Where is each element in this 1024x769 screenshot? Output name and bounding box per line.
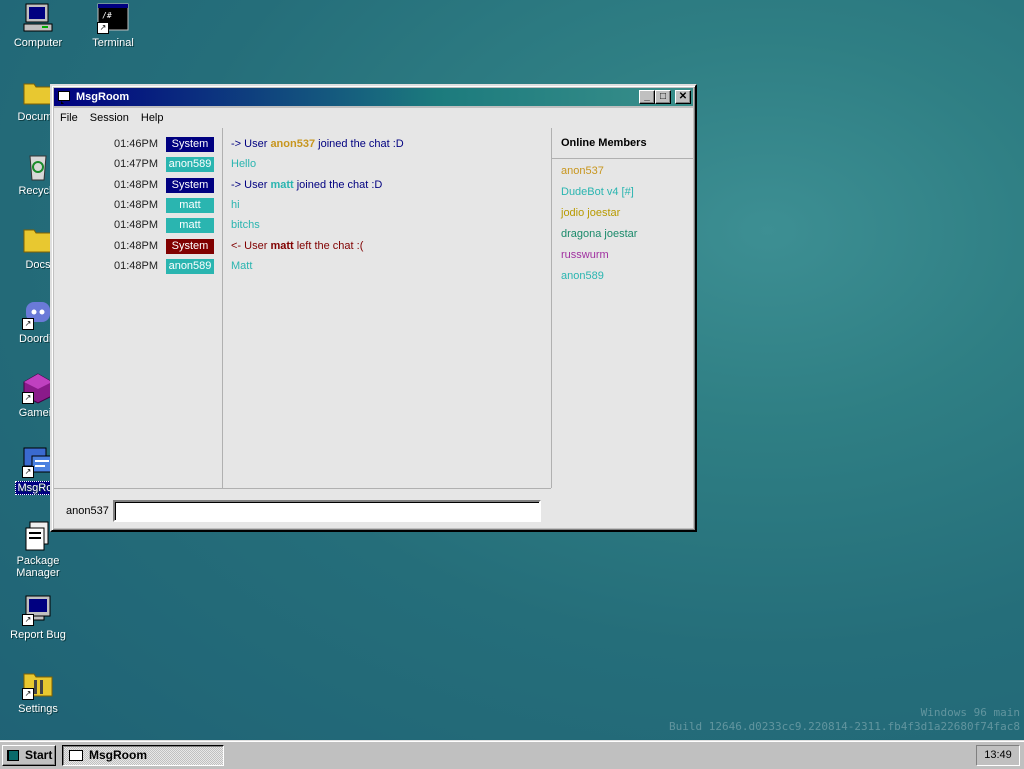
message-input[interactable] <box>113 500 541 522</box>
desktop-icon-label: Computer <box>13 37 63 49</box>
message-timestamp: 01:48PM <box>113 178 158 191</box>
svg-text:/#: /# <box>102 11 112 20</box>
message-timestamp: 01:47PM <box>113 158 158 171</box>
message-text: Matt <box>231 260 252 272</box>
message-timestamp: 01:48PM <box>113 198 158 211</box>
user-badge[interactable]: matt <box>166 197 214 213</box>
shortcut-arrow-icon: ↗ <box>97 22 109 34</box>
window-title: MsgRoom <box>76 91 130 103</box>
message-text: hi <box>231 199 240 211</box>
message-meta-row: 01:47PM anon589 <box>54 157 214 173</box>
message-timestamp: 01:48PM <box>113 259 158 272</box>
member-item[interactable]: dragona joestar <box>561 228 637 240</box>
members-title: Online Members <box>552 128 693 159</box>
member-item[interactable]: jodio joestar <box>561 207 620 219</box>
message-meta-row: 01:48PM System <box>54 177 214 194</box>
desktop-icon-terminal[interactable]: /# ↗ Terminal <box>75 2 151 49</box>
shortcut-arrow-icon: ↗ <box>22 392 34 404</box>
watermark-line-2: Build 12646.d0233cc9.220814-2311.fb4f3d1… <box>669 720 1020 733</box>
desktop-icon-label: Report Bug <box>10 629 66 641</box>
input-bar: anon537 <box>54 488 551 528</box>
menu-file[interactable]: File <box>54 108 84 128</box>
shortcut-arrow-icon: ↗ <box>22 614 34 626</box>
message-timestamp: 01:48PM <box>113 239 158 252</box>
shortcut-arrow-icon: ↗ <box>22 688 34 700</box>
user-badge[interactable]: System <box>166 238 214 254</box>
message-text: bitchs <box>231 219 260 231</box>
message-text: Hello <box>231 158 256 170</box>
user-badge[interactable]: System <box>166 177 214 193</box>
message-timestamp: 01:48PM <box>113 219 158 232</box>
message-meta-row: 01:48PM anon589 <box>54 258 214 275</box>
member-item[interactable]: anon589 <box>561 270 604 282</box>
message-meta-row: 01:46PM System <box>54 137 214 153</box>
terminal-icon: /# ↗ <box>97 2 129 34</box>
report-bug-icon: ↗ <box>22 594 54 626</box>
close-button[interactable]: ✕ <box>675 90 691 104</box>
message-meta-column: 01:46PM System 01:47PM anon589 01:48PM System… <box>54 128 223 488</box>
shortcut-arrow-icon: ↗ <box>22 466 34 478</box>
desktop-icon-label: Settings <box>18 703 58 715</box>
message-timestamp: 01:46PM <box>113 138 158 150</box>
message-text: -> User anon537 joined the chat :D <box>231 138 404 150</box>
minimize-button[interactable]: _ <box>639 90 655 104</box>
message-body: hi <box>231 198 240 211</box>
user-badge[interactable]: anon589 <box>166 157 214 173</box>
message-meta-row: 01:48PM matt <box>54 197 214 214</box>
watermark-line-1: Windows 96 main <box>920 706 1020 719</box>
chat-bubble-icon <box>58 91 70 104</box>
message-text: <- User matt left the chat :( <box>231 240 363 252</box>
computer-icon <box>22 2 54 34</box>
desktop-icon-label: Package Manager <box>16 555 60 579</box>
windows-logo-icon <box>7 750 19 761</box>
taskbar-button-msgroom[interactable]: MsgRoom <box>62 745 224 766</box>
message-body: <- User <box>231 239 271 252</box>
user-badge[interactable]: System <box>166 137 214 152</box>
shortcut-arrow-icon: ↗ <box>22 318 34 330</box>
desktop-icon-report-bug[interactable]: ↗ Report Bug <box>0 594 76 641</box>
user-badge[interactable]: anon589 <box>166 258 214 274</box>
desktop-icon-label: Terminal <box>92 37 134 49</box>
message-list[interactable]: -> User anon537 joined the chat :D Hello -… <box>223 128 552 488</box>
os-build-watermark: Windows 96 main Build 12646.d0233cc9.220… <box>669 706 1020 734</box>
mentioned-username: anon537 <box>270 138 316 150</box>
message-body: -> User <box>231 178 271 191</box>
mentioned-username: matt <box>270 178 294 191</box>
message-body: Hello <box>231 158 257 171</box>
title-bar[interactable]: MsgRoom _ □ ✕ <box>54 88 693 106</box>
menu-help[interactable]: Help <box>135 108 170 128</box>
desktop-icon-settings[interactable]: ↗ Settings <box>0 668 76 715</box>
chat-bubble-icon <box>69 750 83 761</box>
msgroom-window[interactable]: MsgRoom _ □ ✕ File Session Help 01:46PM Sys… <box>50 84 697 532</box>
message-meta-row: 01:48PM System <box>54 238 214 255</box>
message-meta-row: 01:48PM matt <box>54 218 214 234</box>
chat-client: 01:46PM System 01:47PM anon589 01:48PM System… <box>54 128 693 528</box>
maximize-button[interactable]: □ <box>655 90 671 104</box>
system-clock[interactable]: 13:49 <box>976 745 1020 766</box>
message-body: bitchs <box>231 219 260 232</box>
message-body: -> User <box>231 138 271 150</box>
message-suffix: joined the chat :D <box>315 138 404 150</box>
start-button[interactable]: Start <box>2 745 56 766</box>
members-panel: Online Members anon537 DudeBot v4 [#] jodi… <box>552 128 693 528</box>
member-item[interactable]: anon537 <box>561 165 604 177</box>
nickname-label: anon537 <box>66 505 109 517</box>
mentioned-username: matt <box>270 239 294 252</box>
user-badge[interactable]: matt <box>166 218 214 234</box>
member-item[interactable]: russwurm <box>561 249 609 261</box>
settings-icon: ↗ <box>22 668 54 700</box>
taskbar-button-label: MsgRoom <box>89 748 147 762</box>
message-body: Matt <box>231 259 253 272</box>
message-suffix: joined the chat :D <box>293 178 383 191</box>
start-label: Start <box>25 748 53 762</box>
member-item[interactable]: DudeBot v4 [#] <box>561 186 634 198</box>
taskbar: Start MsgRoom 13:49 <box>0 740 1024 769</box>
menu-bar: File Session Help <box>54 108 693 128</box>
desktop-icon-computer[interactable]: Computer <box>0 2 76 49</box>
menu-session[interactable]: Session <box>84 108 135 128</box>
message-text: -> User matt joined the chat :D <box>231 179 382 191</box>
message-suffix: left the chat :( <box>293 239 364 252</box>
